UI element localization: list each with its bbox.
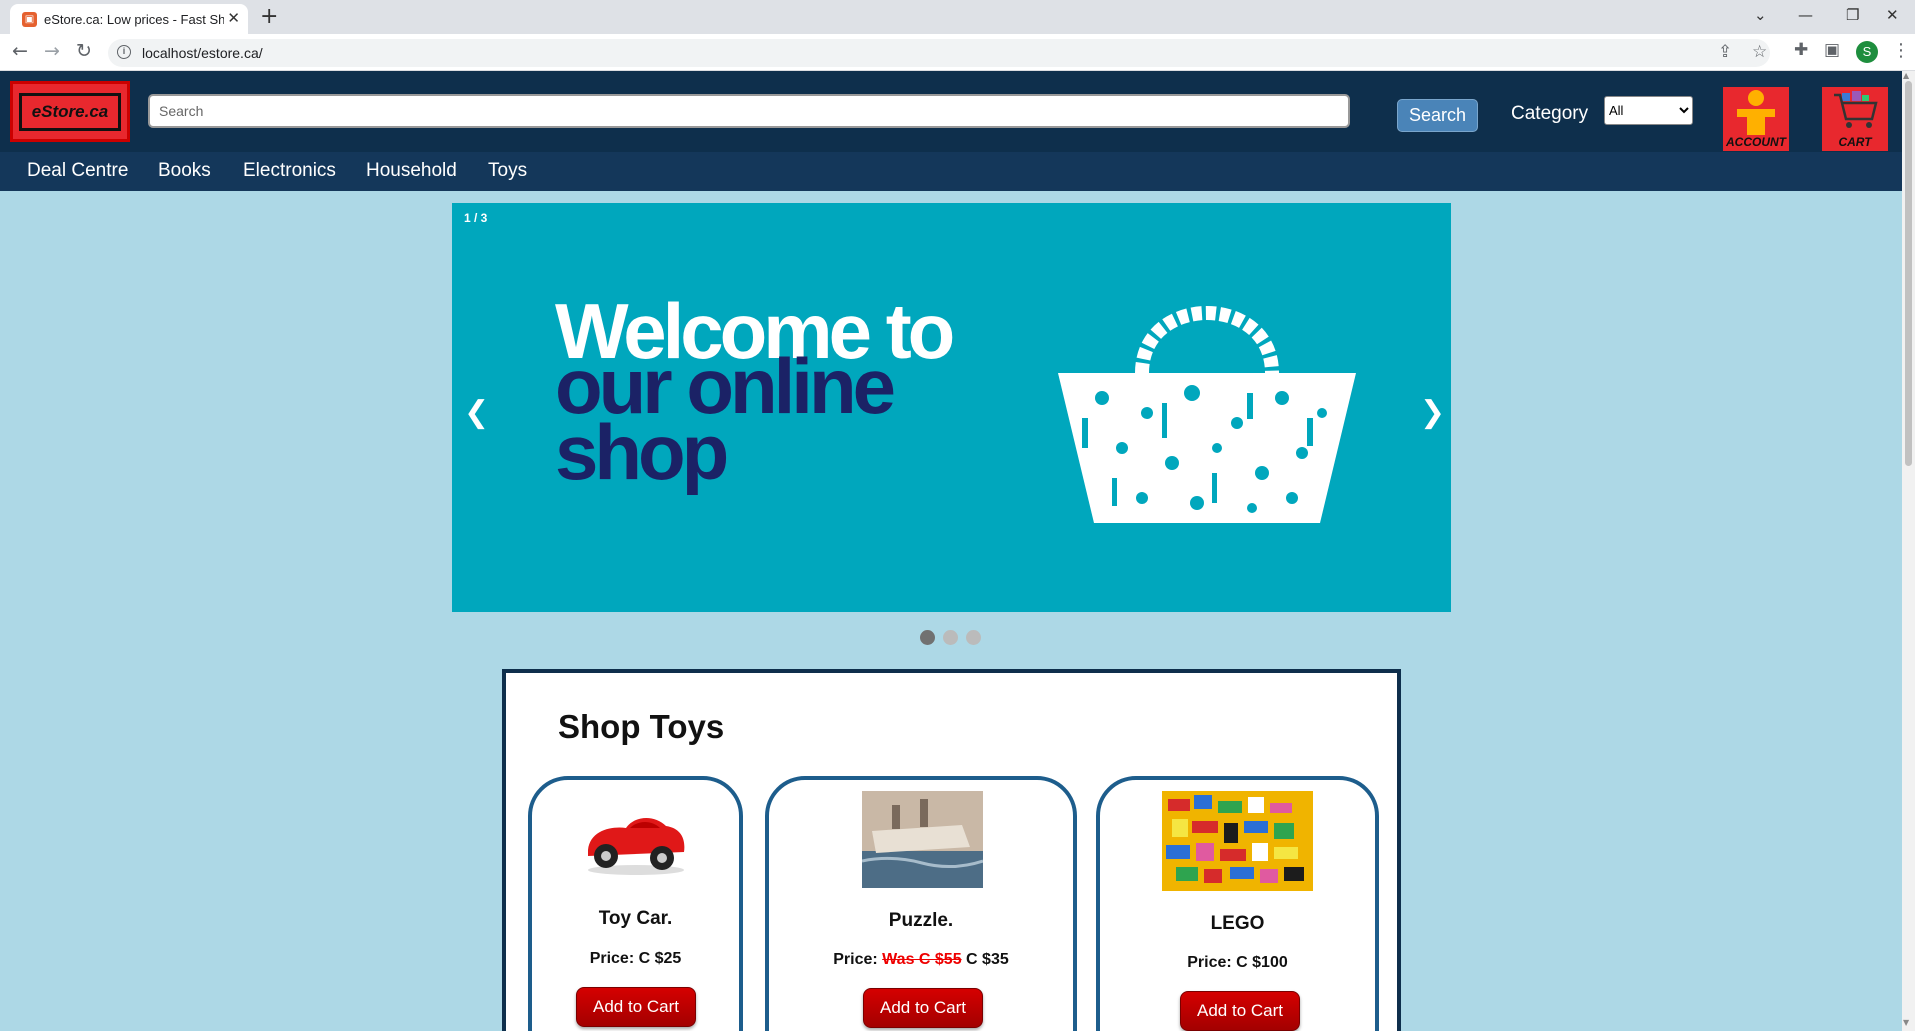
share-icon[interactable]: ⇪ bbox=[1718, 42, 1732, 62]
puzzle-image bbox=[862, 791, 983, 888]
product-price: Price: C $100 bbox=[1100, 954, 1375, 972]
site-info-icon[interactable]: i bbox=[117, 45, 131, 59]
tab-title: eStore.ca: Low prices - Fast Shipp bbox=[44, 12, 224, 27]
browser-tab[interactable]: ▣ eStore.ca: Low prices - Fast Shipp ✕ bbox=[10, 4, 248, 34]
profile-avatar[interactable]: S bbox=[1856, 41, 1878, 63]
scroll-up-icon[interactable]: ▲ bbox=[1903, 71, 1909, 80]
nav-electronics[interactable]: Electronics bbox=[243, 160, 336, 182]
search-button[interactable]: Search bbox=[1397, 99, 1478, 132]
reload-icon[interactable]: ↻ bbox=[76, 40, 92, 62]
minimize-icon[interactable]: — bbox=[1798, 6, 1813, 24]
price-value: C $25 bbox=[638, 950, 682, 967]
product-card: Puzzle. Price: Was C $55 C $35 Add to Ca… bbox=[765, 776, 1077, 1031]
product-card: Toy Car. Price: C $25 Add to Cart bbox=[528, 776, 743, 1031]
cart-label: CART bbox=[1838, 135, 1872, 149]
search-input[interactable] bbox=[148, 94, 1350, 128]
side-panel-icon[interactable]: ▣ bbox=[1824, 40, 1840, 60]
page-scrollbar[interactable]: ▲ ▼ bbox=[1902, 71, 1915, 1031]
tab-search-icon[interactable]: ⌄ bbox=[1754, 6, 1767, 24]
account-person-icon bbox=[1737, 90, 1775, 135]
add-to-cart-button[interactable]: Add to Cart bbox=[576, 987, 696, 1027]
extensions-icon[interactable]: ✚ bbox=[1794, 40, 1808, 60]
bookmark-star-icon[interactable]: ☆ bbox=[1752, 42, 1767, 62]
shop-toys-section: Shop Toys Toy Car. Price: C $25 Add to C… bbox=[502, 669, 1401, 1031]
product-name: Puzzle. bbox=[888, 910, 954, 931]
price-prefix: Price: bbox=[1187, 954, 1237, 971]
hero-slideshow: 1 / 3 Welcome to our online shop ❮ ❯ bbox=[452, 203, 1451, 612]
site-header: eStore.ca Search Category All ACCOUNT CA… bbox=[0, 71, 1902, 152]
logo-text: eStore.ca bbox=[18, 92, 122, 131]
site-favicon-icon: ▣ bbox=[22, 12, 37, 27]
shopping-basket-icon bbox=[1058, 306, 1356, 523]
add-to-cart-button[interactable]: Add to Cart bbox=[863, 988, 983, 1028]
site-logo[interactable]: eStore.ca bbox=[10, 81, 130, 142]
section-title: Shop Toys bbox=[558, 708, 725, 745]
slide-next-arrow-icon[interactable]: ❯ bbox=[1420, 395, 1445, 430]
scroll-thumb[interactable] bbox=[1905, 81, 1912, 466]
slide-heading-line3: shop bbox=[555, 408, 729, 496]
product-price: Price: Was C $55 C $35 bbox=[769, 951, 1073, 969]
restore-icon[interactable]: ❐ bbox=[1846, 6, 1859, 24]
slide-dot-1[interactable] bbox=[920, 630, 935, 645]
slide-prev-arrow-icon[interactable]: ❮ bbox=[464, 395, 489, 430]
close-tab-icon[interactable]: ✕ bbox=[227, 9, 240, 27]
browser-toolbar: ← → ↻ i localhost/estore.ca/ ⇪ ☆ ✚ ▣ S ⋮ bbox=[0, 34, 1915, 71]
product-card: LEGO Price: C $100 Add to Cart bbox=[1096, 776, 1379, 1031]
slide-counter: 1 / 3 bbox=[464, 211, 488, 225]
category-label: Category bbox=[1511, 103, 1589, 124]
browser-tab-strip: ▣ eStore.ca: Low prices - Fast Shipp ✕ +… bbox=[0, 0, 1915, 34]
account-button[interactable]: ACCOUNT bbox=[1723, 87, 1789, 151]
browser-menu-icon[interactable]: ⋮ bbox=[1892, 40, 1910, 61]
lego-image bbox=[1162, 791, 1313, 891]
price-prefix: Price: bbox=[589, 950, 639, 967]
url-text: localhost/estore.ca/ bbox=[142, 45, 263, 61]
add-to-cart-button[interactable]: Add to Cart bbox=[1180, 991, 1300, 1031]
price-value: C $35 bbox=[961, 951, 1009, 968]
cart-button[interactable]: CART bbox=[1822, 87, 1888, 151]
forward-arrow-icon[interactable]: → bbox=[44, 40, 60, 62]
address-bar[interactable]: i localhost/estore.ca/ ⇪ ☆ bbox=[108, 39, 1770, 67]
account-label: ACCOUNT bbox=[1726, 135, 1786, 149]
scroll-down-icon[interactable]: ▼ bbox=[1903, 1018, 1909, 1027]
toy-car-image bbox=[588, 817, 685, 875]
slide-dot-3[interactable] bbox=[966, 630, 981, 645]
product-name: Toy Car. bbox=[598, 908, 673, 929]
nav-deal-centre[interactable]: Deal Centre bbox=[27, 160, 128, 182]
product-name: LEGO bbox=[1210, 913, 1265, 934]
price-prefix: Price: bbox=[833, 951, 883, 968]
new-tab-button[interactable]: + bbox=[260, 4, 278, 29]
slide-dot-2[interactable] bbox=[943, 630, 958, 645]
product-price: Price: C $25 bbox=[532, 950, 739, 968]
category-select[interactable]: All bbox=[1604, 96, 1693, 125]
price-value: C $100 bbox=[1236, 954, 1288, 971]
nav-books[interactable]: Books bbox=[158, 160, 211, 182]
close-window-icon[interactable]: ✕ bbox=[1886, 6, 1899, 24]
nav-household[interactable]: Household bbox=[366, 160, 457, 182]
old-price: Was C $55 bbox=[882, 951, 962, 968]
back-arrow-icon[interactable]: ← bbox=[12, 40, 28, 62]
category-navbar: Deal Centre Books Electronics Household … bbox=[0, 152, 1902, 191]
nav-toys[interactable]: Toys bbox=[488, 160, 527, 182]
shopping-cart-icon bbox=[1834, 91, 1878, 128]
